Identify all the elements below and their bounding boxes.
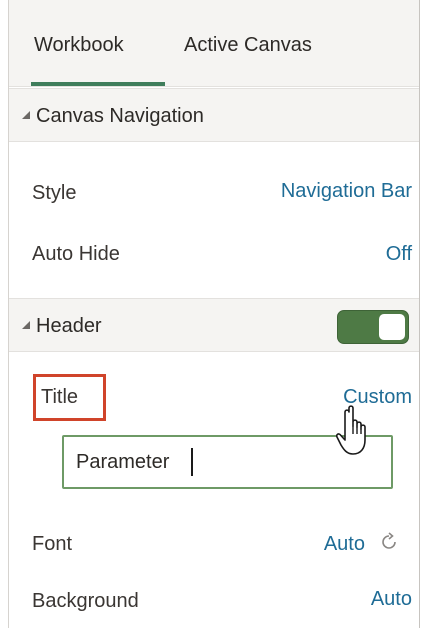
refresh-icon[interactable]	[378, 531, 400, 553]
tab-active-canvas[interactable]: Active Canvas	[184, 34, 312, 57]
font-value-link[interactable]: Auto	[324, 533, 365, 556]
caret-down-icon	[22, 321, 30, 329]
auto-hide-label: Auto Hide	[32, 243, 120, 265]
section-title: Canvas Navigation	[36, 105, 204, 127]
section-title: Header	[36, 315, 102, 337]
tab-workbook[interactable]: Workbook	[34, 34, 124, 57]
hand-pointer-icon	[336, 405, 366, 455]
style-label: Style	[32, 182, 77, 204]
header-toggle[interactable]	[337, 310, 409, 344]
properties-panel: Workbook Active Canvas Canvas Navigation…	[0, 0, 421, 628]
active-tab-indicator	[31, 82, 165, 86]
font-label: Font	[32, 533, 73, 555]
auto-hide-value-link[interactable]: Off	[386, 243, 412, 266]
caret-down-icon	[22, 111, 30, 119]
text-cursor	[191, 448, 193, 476]
tab-bar: Workbook Active Canvas	[9, 0, 419, 87]
background-label: Background	[32, 590, 139, 612]
title-label: Title	[41, 386, 79, 408]
section-header-canvas-navigation[interactable]: Canvas Navigation	[9, 88, 419, 142]
background-value-link[interactable]: Auto	[371, 588, 412, 611]
style-value-link[interactable]: Navigation Bar	[281, 180, 412, 203]
panel-right-border	[419, 0, 420, 628]
toggle-knob	[379, 314, 405, 340]
